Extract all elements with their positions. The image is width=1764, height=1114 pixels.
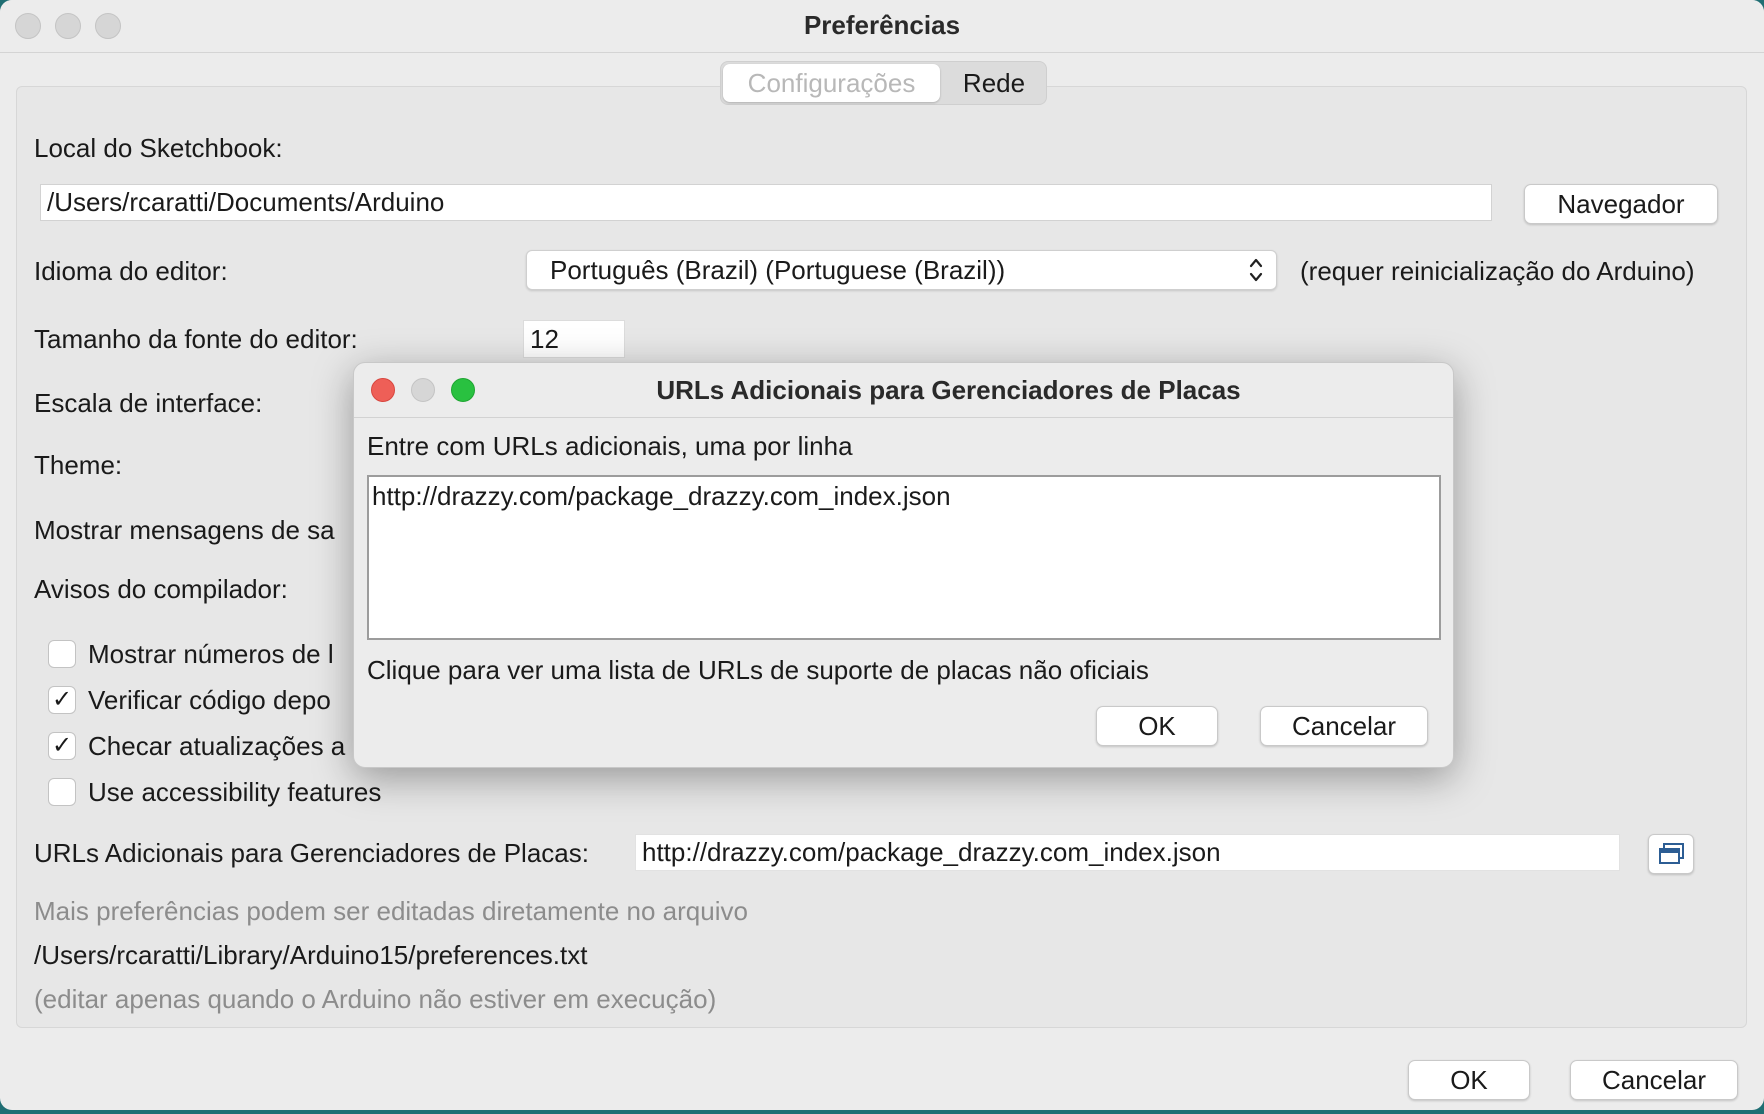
- language-select-value: Português (Brazil) (Portuguese (Brazil)): [550, 255, 1006, 285]
- tab-configuracoes[interactable]: Configurações: [723, 64, 940, 102]
- board-urls-input[interactable]: http://drazzy.com/package_drazzy.com_ind…: [635, 834, 1620, 871]
- check-updates-label: Checar atualizações a: [88, 731, 346, 761]
- more-prefs-note: Mais preferências podem ser editadas dir…: [34, 896, 748, 926]
- interface-scale-label: Escala de interface:: [34, 388, 263, 418]
- check-updates-checkbox[interactable]: ✓: [48, 732, 76, 760]
- window-list-icon: [1659, 843, 1684, 864]
- cancel-button[interactable]: Cancelar: [1570, 1060, 1738, 1100]
- dialog-instruction: Entre com URLs adicionais, uma por linha: [367, 431, 853, 461]
- dialog-titlebar: URLs Adicionais para Gerenciadores de Pl…: [354, 363, 1453, 418]
- tab-rede[interactable]: Rede: [943, 64, 1045, 102]
- unofficial-boards-link[interactable]: Clique para ver uma lista de URLs de sup…: [367, 655, 1149, 686]
- compiler-warnings-label: Avisos do compilador:: [34, 574, 288, 604]
- font-size-label: Tamanho da fonte do editor:: [34, 324, 358, 354]
- accessibility-checkbox[interactable]: [48, 778, 76, 806]
- checkmark-icon: ✓: [51, 686, 73, 713]
- window-titlebar: Preferências: [0, 0, 1764, 53]
- dialog-title: URLs Adicionais para Gerenciadores de Pl…: [656, 375, 1241, 405]
- line-numbers-label: Mostrar números de l: [88, 639, 334, 669]
- verbose-output-label: Mostrar mensagens de sa: [34, 515, 335, 545]
- verify-upload-label: Verificar código depo: [88, 685, 331, 715]
- language-restart-note: (requer reinicialização do Arduino): [1300, 256, 1695, 286]
- preferences-window: Preferências Configurações Rede Local do…: [0, 0, 1764, 1110]
- board-urls-textarea[interactable]: http://drazzy.com/package_drazzy.com_ind…: [367, 475, 1441, 640]
- font-size-input[interactable]: 12: [523, 320, 625, 358]
- browse-button[interactable]: Navegador: [1524, 184, 1718, 224]
- theme-label: Theme:: [34, 450, 123, 480]
- ok-button[interactable]: OK: [1408, 1060, 1530, 1100]
- edit-urls-button[interactable]: [1648, 834, 1694, 874]
- edit-warning-note: (editar apenas quando o Arduino não esti…: [34, 984, 717, 1014]
- verify-upload-checkbox[interactable]: ✓: [48, 686, 76, 714]
- window-title: Preferências: [803, 10, 961, 40]
- sketchbook-label: Local do Sketchbook:: [34, 133, 283, 163]
- board-urls-label: URLs Adicionais para Gerenciadores de Pl…: [34, 838, 589, 868]
- language-label: Idioma do editor:: [34, 256, 228, 286]
- chevron-updown-icon: [1249, 258, 1263, 282]
- prefs-file-path: /Users/rcaratti/Library/Arduino15/prefer…: [34, 940, 588, 970]
- board-urls-dialog: URLs Adicionais para Gerenciadores de Pl…: [353, 362, 1454, 768]
- language-select[interactable]: Português (Brazil) (Portuguese (Brazil)): [526, 250, 1277, 290]
- dialog-cancel-button[interactable]: Cancelar: [1260, 706, 1428, 746]
- sketchbook-path-input[interactable]: /Users/rcaratti/Documents/Arduino: [40, 184, 1492, 221]
- tab-bar: Configurações Rede: [720, 61, 1047, 105]
- accessibility-label: Use accessibility features: [88, 777, 382, 807]
- line-numbers-checkbox[interactable]: [48, 640, 76, 668]
- checkmark-icon: ✓: [51, 732, 73, 759]
- dialog-ok-button[interactable]: OK: [1096, 706, 1218, 746]
